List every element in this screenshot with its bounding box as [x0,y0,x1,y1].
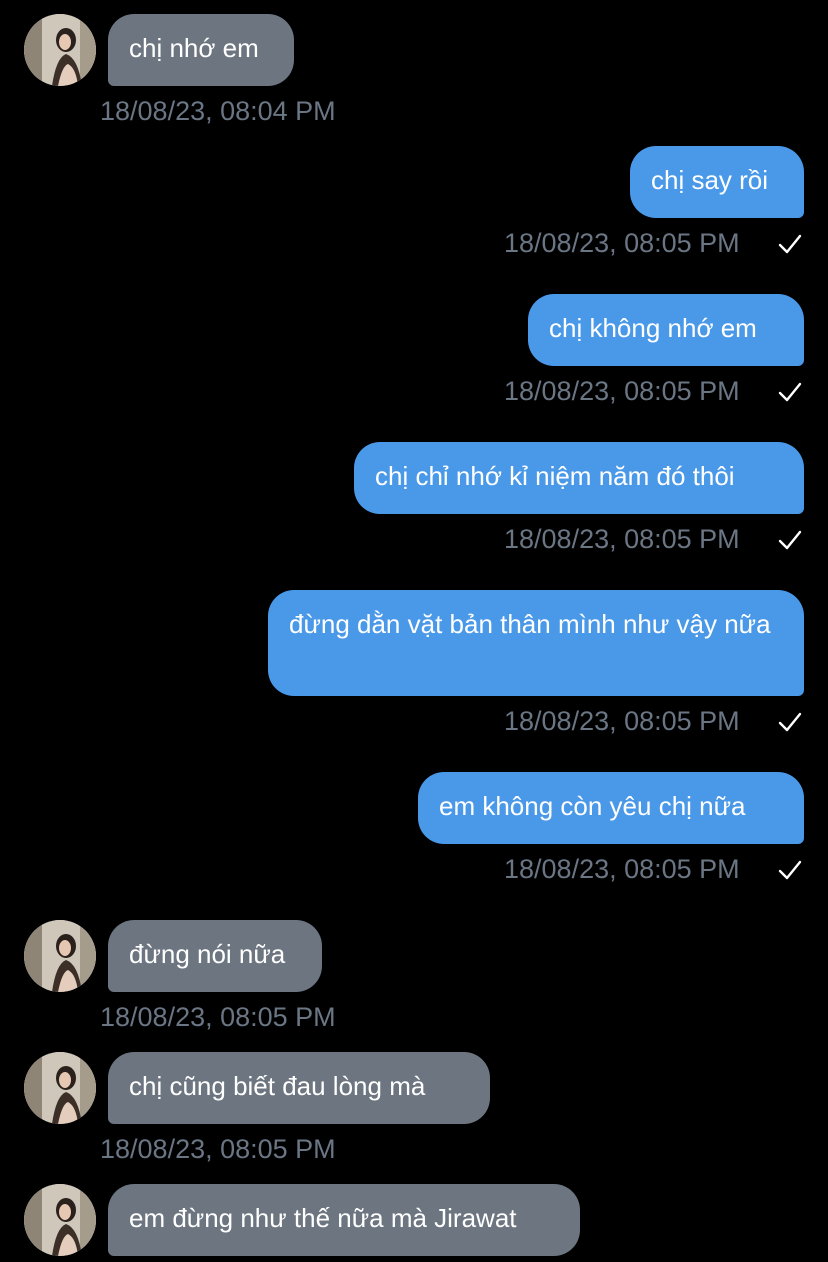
message-bubble[interactable]: em không còn yêu chị nữa [418,772,804,844]
contact-avatar[interactable] [24,14,96,86]
message-timestamp: 18/08/23, 08:04 PM [100,96,336,126]
message-timestamp: 18/08/23, 08:05 PM [504,228,740,258]
message-timestamp: 18/08/23, 08:05 PM [504,376,740,406]
message-timestamp: 18/08/23, 08:05 PM [100,1134,336,1164]
message-bubble[interactable]: chị say rồi [630,146,804,218]
contact-avatar[interactable] [24,1184,96,1256]
contact-avatar[interactable] [24,920,96,992]
message-bubble[interactable]: đừng dằn vặt bản thân mình như vậy nữa [268,590,804,696]
message-bubble[interactable]: chị cũng biết đau lòng mà [108,1052,490,1124]
message-bubble[interactable]: chị không nhớ em [528,294,804,366]
message-bubble[interactable]: em đừng như thế nữa mà Jirawat [108,1184,580,1256]
checkmark-icon [778,860,802,880]
message-timestamp: 18/08/23, 08:05 PM [504,706,740,736]
chat-thread: chị nhớ em 18/08/23, 08:04 PM chị say rồ… [0,0,828,1262]
message-timestamp: 18/08/23, 08:05 PM [504,854,740,884]
message-timestamp: 18/08/23, 08:05 PM [100,1002,336,1032]
message-bubble[interactable]: chị nhớ em [108,14,294,86]
message-bubble[interactable]: đừng nói nữa [108,920,322,992]
checkmark-icon [778,234,802,254]
checkmark-icon [778,530,802,550]
message-timestamp: 18/08/23, 08:05 PM [504,524,740,554]
contact-avatar[interactable] [24,1052,96,1124]
checkmark-icon [778,382,802,402]
checkmark-icon [778,712,802,732]
message-bubble[interactable]: chị chỉ nhớ kỉ niệm năm đó thôi [354,442,804,514]
